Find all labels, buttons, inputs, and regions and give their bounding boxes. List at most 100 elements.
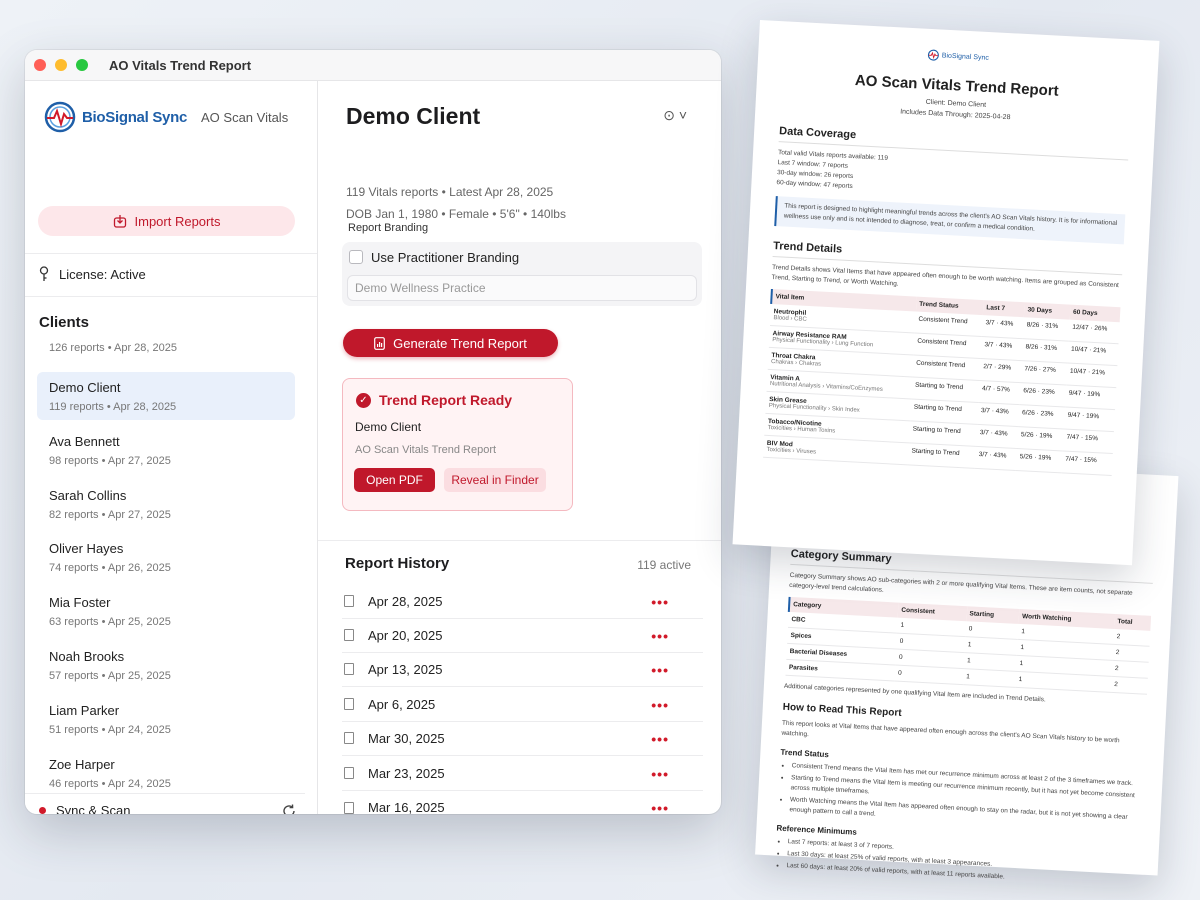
generate-trend-report-button[interactable]: Generate Trend Report [343,329,558,357]
import-icon [113,215,126,228]
history-row[interactable]: Apr 20, 2025 ••• [342,618,703,653]
client-name: Noah Brooks [49,649,125,664]
client-item-zoe-harper[interactable]: Zoe Harper 46 reports • Apr 24, 2025 [37,749,295,797]
client-item-noah-brooks[interactable]: Noah Brooks 57 reports • Apr 25, 2025 [37,641,295,689]
checkmark-icon: ✓ [356,393,371,408]
row-more-icon[interactable]: ••• [651,766,669,782]
client-meta: 51 reports • Apr 24, 2025 [49,724,171,736]
client-report-summary: 119 Vitals reports • Latest Apr 28, 2025 [346,185,554,199]
minimize-window-button[interactable] [55,59,67,71]
report-history-heading: Report History [345,555,450,572]
document-icon [344,595,354,607]
license-status: License: Active [39,266,146,282]
import-reports-button[interactable]: Import Reports [38,206,295,236]
client-item-ava-bennett[interactable]: Ava Bennett 98 reports • Apr 27, 2025 [37,426,295,474]
report-branding-label: Report Branding [348,222,429,234]
row-more-icon[interactable]: ••• [651,800,669,814]
client-item-sarah-collins[interactable]: Sarah Collins 82 reports • Apr 27, 2025 [37,480,295,528]
practice-name-input[interactable]: Demo Wellness Practice [347,275,697,301]
row-more-icon[interactable]: ••• [651,594,669,610]
client-item-liam-parker[interactable]: Liam Parker 51 reports • Apr 24, 2025 [37,695,295,743]
table-cell: 10/47 · 21% [1067,341,1119,366]
client-name: Ava Bennett [49,434,120,449]
client-meta: 63 reports • Apr 25, 2025 [49,616,171,628]
history-row[interactable]: Mar 23, 2025 ••• [342,756,703,791]
ready-subtitle: AO Scan Vitals Trend Report [355,444,497,456]
table-cell: 3/7 · 43% [976,424,1019,449]
table-cell: 2/7 · 29% [979,358,1022,383]
brand: BioSignal Sync AO Scan Vitals [25,81,317,153]
use-branding-label: Use Practitioner Branding [371,250,520,265]
import-reports-label: Import Reports [134,213,221,229]
table-cell: 8/26 · 31% [1021,338,1069,364]
document-icon [344,698,354,710]
report-logo-text: BioSignal Sync [941,52,990,62]
client-name: Oliver Hayes [49,541,124,556]
client-meta: 74 reports • Apr 26, 2025 [49,562,171,574]
close-window-button[interactable] [34,59,46,71]
reveal-in-finder-button[interactable]: Reveal in Finder [444,468,546,492]
trend-details-table: Vital Item Trend Status Last 7 30 Days 6… [762,288,1121,476]
table-cell: 8/26 · 31% [1023,317,1070,342]
row-more-icon[interactable]: ••• [651,662,669,678]
document-icon [344,767,354,779]
client-meta: 98 reports • Apr 27, 2025 [49,455,171,467]
ready-title: Trend Report Ready [379,392,513,408]
history-date: Mar 23, 2025 [368,765,445,781]
generate-trend-report-label: Generate Trend Report [393,335,527,351]
table-cell: 3/7 · 43% [980,336,1024,361]
trend-report-ready-card: ✓ Trend Report Ready Demo Client AO Scan… [342,378,573,511]
sync-scan-row[interactable]: Sync & Scan [25,793,305,814]
more-options-icon[interactable]: ⊙ ˅ [663,107,687,124]
table-cell: 7/47 · 15% [1061,450,1113,476]
document-icon [344,732,354,744]
client-name: Sarah Collins [49,488,127,503]
client-meta: 82 reports • Apr 27, 2025 [49,509,171,521]
history-date: Mar 16, 2025 [368,800,445,814]
history-row[interactable]: Mar 30, 2025 ••• [342,721,703,756]
history-row[interactable]: Apr 6, 2025 ••• [342,687,703,722]
client-name: Mia Foster [49,595,111,610]
main-panel: Demo Client ⊙ ˅ 119 Vitals reports • Lat… [318,81,721,814]
zoom-window-button[interactable] [76,59,88,71]
client-item-demo-client[interactable]: Demo Client 119 reports • Apr 28, 2025 [37,372,295,420]
client-item-oliver-hayes[interactable]: Oliver Hayes 74 reports • Apr 26, 2025 [37,533,295,581]
clients-summary: 126 reports • Apr 28, 2025 [49,342,177,354]
sync-status-dot [39,807,46,814]
table-cell: 1 [962,668,1017,688]
table-cell: 2 [1113,628,1151,647]
client-item-mia-foster[interactable]: Mia Foster 63 reports • Apr 25, 2025 [37,587,295,635]
window-title: AO Vitals Trend Report [109,57,252,73]
biosignal-logo-icon [928,49,940,61]
table-cell: 3/7 · 43% [977,402,1020,427]
history-date: Apr 28, 2025 [368,593,443,609]
license-label: License: Active [59,266,146,282]
open-pdf-button[interactable]: Open PDF [354,468,435,492]
client-name: Zoe Harper [49,757,115,772]
row-more-icon[interactable]: ••• [651,697,669,713]
title-bar: AO Vitals Trend Report [25,50,721,81]
table-cell: Starting to Trend [907,442,977,469]
history-date: Apr 20, 2025 [368,627,443,643]
row-more-icon[interactable]: ••• [651,731,669,747]
use-branding-checkbox[interactable] [349,250,363,264]
report-icon [374,336,386,350]
refresh-icon[interactable] [281,803,297,814]
client-meta: 119 reports • Apr 28, 2025 [49,401,177,413]
divider [25,296,317,297]
table-cell: 6/26 · 23% [1018,404,1066,429]
document-icon [344,801,354,814]
history-date: Apr 6, 2025 [368,696,436,712]
history-row[interactable]: Apr 13, 2025 ••• [342,652,703,687]
history-row[interactable]: Apr 28, 2025 ••• [342,584,703,619]
client-meta: 57 reports • Apr 25, 2025 [49,670,171,682]
history-row[interactable]: Mar 16, 2025 ••• [342,790,703,814]
divider [25,253,317,254]
table-cell: 10/47 · 21% [1066,363,1118,388]
ready-client: Demo Client [355,420,422,434]
table-cell: 3/7 · 43% [974,446,1018,471]
row-more-icon[interactable]: ••• [651,628,669,644]
sidebar: BioSignal Sync AO Scan Vitals Import Rep… [25,81,318,814]
table-cell: 7/26 · 27% [1020,360,1068,386]
client-name: Demo Client [49,380,121,395]
